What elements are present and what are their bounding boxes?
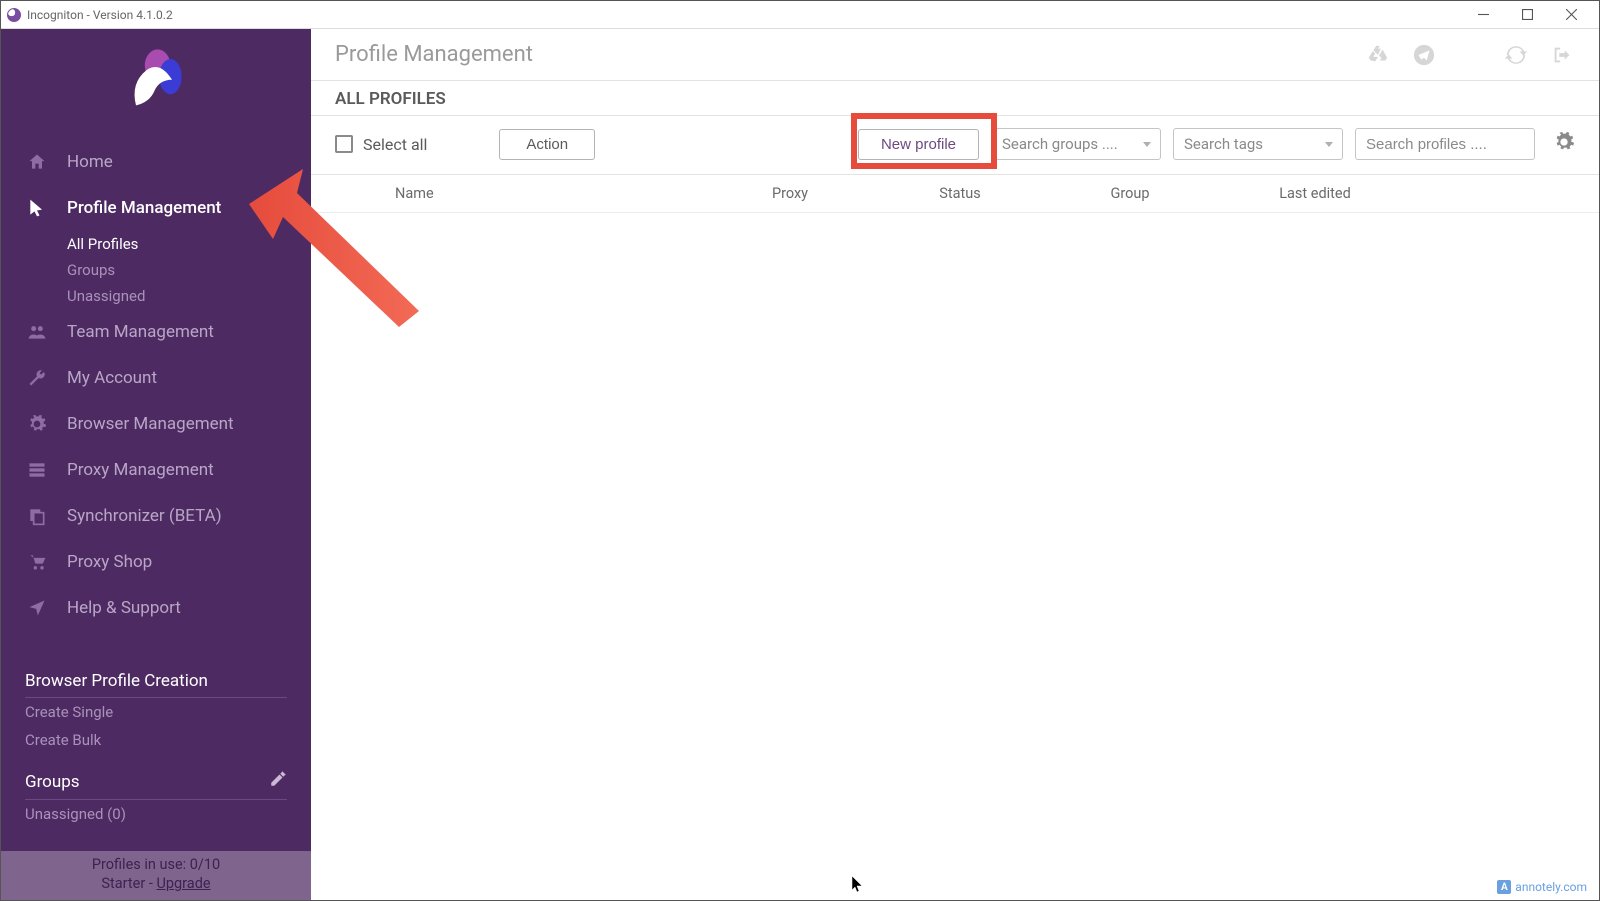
location-arrow-icon	[27, 598, 67, 618]
plan-name: Starter -	[101, 875, 156, 892]
column-group[interactable]: Group	[1045, 185, 1215, 202]
section-title-browser-profile-creation: Browser Profile Creation	[25, 671, 287, 698]
wrench-icon	[27, 368, 67, 388]
logout-icon[interactable]	[1549, 42, 1575, 68]
nav-proxy-shop[interactable]: Proxy Shop	[1, 539, 311, 585]
nav-label: Synchronizer (BETA)	[67, 506, 222, 526]
column-last-edited[interactable]: Last edited	[1215, 185, 1415, 202]
nav-label: Profile Management	[67, 198, 221, 218]
gear-icon	[27, 414, 67, 434]
nav-label: Team Management	[67, 322, 214, 342]
recycle-icon[interactable]	[1365, 42, 1391, 68]
nav-label: Home	[67, 152, 113, 172]
server-icon	[27, 460, 67, 480]
link-create-single[interactable]: Create Single	[25, 698, 287, 726]
nav-label: Browser Management	[67, 414, 234, 434]
select-all-label: Select all	[363, 135, 427, 154]
profiles-in-use: Profiles in use: 0/10	[1, 855, 311, 875]
nav-synchronizer[interactable]: Synchronizer (BETA)	[1, 493, 311, 539]
settings-gear-button[interactable]	[1553, 131, 1575, 157]
subnav-groups[interactable]: Groups	[67, 257, 311, 283]
section-title-groups: Groups	[25, 772, 80, 792]
nav-label: Proxy Management	[67, 460, 214, 480]
table-header: Name Proxy Status Group Last edited	[311, 175, 1599, 213]
sidebar: Home Profile Management All Profiles Gro…	[1, 29, 311, 900]
action-button[interactable]: Action	[499, 129, 595, 160]
dark-mode-icon[interactable]	[1457, 42, 1483, 68]
link-create-bulk[interactable]: Create Bulk	[25, 726, 287, 754]
title-bar: Incogniton - Version 4.1.0.2	[1, 1, 1599, 29]
subnav-all-profiles[interactable]: All Profiles	[67, 231, 311, 257]
search-profiles-input[interactable]	[1355, 128, 1535, 160]
page-title: Profile Management	[335, 42, 1365, 67]
nav-help-support[interactable]: Help & Support	[1, 585, 311, 631]
watermark-icon: A	[1497, 880, 1511, 894]
search-groups-select[interactable]: Search groups ....	[991, 128, 1161, 160]
nav-label: My Account	[67, 368, 157, 388]
watermark: A annotely.com	[1497, 880, 1587, 894]
copy-icon	[27, 506, 67, 526]
upgrade-link[interactable]: Upgrade	[156, 875, 210, 892]
app-icon	[7, 8, 21, 22]
search-tags-select[interactable]: Search tags	[1173, 128, 1343, 160]
subheading-all-profiles: ALL PROFILES	[311, 81, 1599, 115]
nav-browser-management[interactable]: Browser Management	[1, 401, 311, 447]
nav-profile-management[interactable]: Profile Management	[1, 185, 311, 231]
nav-home[interactable]: Home	[1, 139, 311, 185]
select-all-checkbox[interactable]	[335, 135, 353, 153]
main-content: Profile Management ALL PROFILES Select a…	[311, 29, 1599, 900]
nav-my-account[interactable]: My Account	[1, 355, 311, 401]
group-link-unassigned[interactable]: Unassigned (0)	[25, 800, 287, 828]
window-maximize-button[interactable]	[1505, 1, 1549, 29]
subnav-unassigned[interactable]: Unassigned	[67, 283, 311, 309]
column-proxy[interactable]: Proxy	[705, 185, 875, 202]
cart-icon	[27, 552, 67, 572]
mouse-cursor	[851, 876, 865, 898]
app-logo	[1, 29, 311, 137]
window-minimize-button[interactable]	[1461, 1, 1505, 29]
window-title: Incogniton - Version 4.1.0.2	[27, 8, 173, 22]
nav-label: Proxy Shop	[67, 552, 152, 572]
window-close-button[interactable]	[1549, 1, 1593, 29]
refresh-icon[interactable]	[1503, 42, 1529, 68]
telegram-icon[interactable]	[1411, 42, 1437, 68]
nav-proxy-management[interactable]: Proxy Management	[1, 447, 311, 493]
nav-label: Help & Support	[67, 598, 181, 618]
sidebar-footer: Profiles in use: 0/10 Starter - Upgrade	[1, 851, 311, 900]
column-status[interactable]: Status	[875, 185, 1045, 202]
home-icon	[27, 152, 67, 172]
edit-groups-icon[interactable]	[269, 770, 287, 793]
nav-team-management[interactable]: Team Management	[1, 309, 311, 355]
new-profile-button[interactable]: New profile	[858, 129, 979, 160]
cursor-icon	[27, 198, 67, 218]
column-name[interactable]: Name	[335, 185, 705, 202]
team-icon	[27, 322, 67, 342]
